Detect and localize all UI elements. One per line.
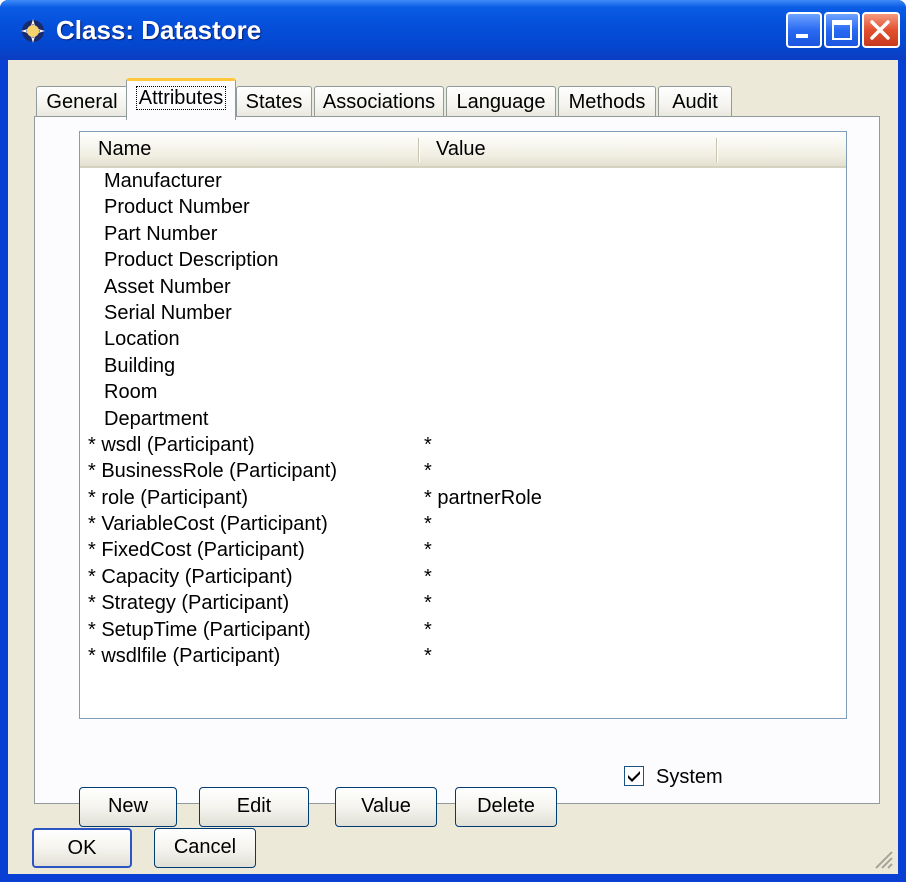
attribute-name: Department bbox=[104, 407, 209, 430]
tab-methods[interactable]: Methods bbox=[558, 86, 656, 118]
system-checkbox[interactable] bbox=[624, 766, 644, 786]
column-separator[interactable] bbox=[418, 138, 420, 162]
list-row[interactable]: * wsdl (Participant) * bbox=[80, 432, 846, 458]
attribute-name: Asset Number bbox=[104, 275, 231, 298]
list-row[interactable]: Manufacturer bbox=[80, 168, 846, 194]
attribute-name: Product Description bbox=[104, 249, 279, 272]
list-row[interactable]: * FixedCost (Participant) * bbox=[80, 537, 846, 563]
list-row[interactable]: Product Number bbox=[80, 194, 846, 220]
close-button[interactable] bbox=[862, 12, 900, 48]
maximize-icon bbox=[832, 20, 852, 40]
maximize-button[interactable] bbox=[824, 12, 860, 48]
attribute-name: Room bbox=[104, 381, 158, 404]
attribute-value: * bbox=[424, 565, 432, 588]
tab-attributes[interactable]: Attributes bbox=[126, 78, 236, 120]
attribute-value: * partnerRole bbox=[424, 486, 542, 509]
attribute-name: Building bbox=[104, 354, 176, 377]
ok-button[interactable]: OK bbox=[32, 828, 132, 868]
attribute-name: * Strategy (Participant) bbox=[88, 592, 290, 615]
tab-states[interactable]: States bbox=[236, 86, 312, 118]
list-row[interactable]: * SetupTime (Participant) * bbox=[80, 617, 846, 643]
list-row[interactable]: * BusinessRole (Participant) * bbox=[80, 458, 846, 484]
attribute-value: * bbox=[424, 592, 432, 615]
delete-button[interactable]: Delete bbox=[455, 787, 557, 827]
attribute-value: * bbox=[424, 433, 432, 456]
close-icon bbox=[870, 20, 890, 40]
tab-audit[interactable]: Audit bbox=[658, 86, 732, 118]
system-checkbox-label: System bbox=[656, 766, 723, 788]
attribute-name: * BusinessRole (Participant) bbox=[88, 460, 337, 483]
attribute-name: Serial Number bbox=[104, 301, 232, 324]
title-bar[interactable]: Class: Datastore bbox=[0, 0, 906, 60]
list-row[interactable]: Location bbox=[80, 326, 846, 352]
attribute-name: * FixedCost (Participant) bbox=[88, 539, 305, 562]
minimize-button[interactable] bbox=[786, 12, 822, 48]
attribute-value: * bbox=[424, 460, 432, 483]
tab-strip: General Attributes States Associations L… bbox=[36, 76, 756, 120]
edit-button[interactable]: Edit bbox=[199, 787, 309, 827]
column-header-value[interactable]: Value bbox=[436, 138, 486, 161]
column-separator[interactable] bbox=[716, 138, 718, 162]
attribute-name: Manufacturer bbox=[104, 170, 222, 192]
list-row[interactable]: Room bbox=[80, 379, 846, 405]
tab-language[interactable]: Language bbox=[446, 86, 556, 118]
attribute-name: * wsdl (Participant) bbox=[88, 433, 255, 456]
new-button[interactable]: New bbox=[79, 787, 177, 827]
list-row[interactable]: * Capacity (Participant) * bbox=[80, 564, 846, 590]
list-row[interactable]: Asset Number bbox=[80, 274, 846, 300]
dialog-window: Class: Datastore General Attributes Stat… bbox=[0, 0, 906, 882]
list-row[interactable]: * VariableCost (Participant) * bbox=[80, 511, 846, 537]
list-row[interactable]: Department bbox=[80, 406, 846, 432]
attribute-name: * SetupTime (Participant) bbox=[88, 618, 311, 641]
attribute-name: Part Number bbox=[104, 222, 218, 245]
list-row[interactable]: Serial Number bbox=[80, 300, 846, 326]
attribute-name: Product Number bbox=[104, 196, 250, 219]
list-row[interactable]: * role (Participant) * partnerRole bbox=[80, 485, 846, 511]
attribute-value: * bbox=[424, 539, 432, 562]
attribute-value: * bbox=[424, 618, 432, 641]
list-header: Name Value bbox=[80, 132, 846, 168]
value-button[interactable]: Value bbox=[335, 787, 437, 827]
tab-associations[interactable]: Associations bbox=[314, 86, 444, 118]
attributes-panel: Name Value Manufacturer Product Number P… bbox=[34, 116, 880, 827]
attribute-value: * bbox=[424, 513, 432, 536]
attribute-name: * Capacity (Participant) bbox=[88, 565, 293, 588]
attribute-name: * VariableCost (Participant) bbox=[88, 513, 328, 536]
cancel-button[interactable]: Cancel bbox=[154, 828, 256, 868]
tab-general[interactable]: General bbox=[36, 86, 128, 118]
attribute-name: Location bbox=[104, 328, 180, 351]
list-row[interactable]: Building bbox=[80, 353, 846, 379]
window-title: Class: Datastore bbox=[56, 15, 262, 45]
checkmark-icon bbox=[628, 771, 640, 782]
list-rows: Manufacturer Product Number Part Number … bbox=[80, 168, 846, 669]
attribute-name: * wsdlfile (Participant) bbox=[88, 645, 281, 668]
dialog-client: General Attributes States Associations L… bbox=[8, 60, 898, 874]
list-row[interactable]: Part Number bbox=[80, 221, 846, 247]
column-header-name[interactable]: Name bbox=[98, 138, 151, 161]
attributes-list[interactable]: Name Value Manufacturer Product Number P… bbox=[79, 131, 847, 719]
class-app-icon bbox=[21, 19, 45, 43]
list-row[interactable]: * wsdlfile (Participant) * bbox=[80, 643, 846, 669]
list-row[interactable]: Product Description bbox=[80, 247, 846, 273]
attribute-name: * role (Participant) bbox=[88, 486, 249, 509]
resize-grip-icon[interactable] bbox=[870, 846, 894, 870]
attribute-value: * bbox=[424, 645, 432, 668]
list-row[interactable]: * Strategy (Participant) * bbox=[80, 590, 846, 616]
minimize-icon bbox=[796, 34, 808, 38]
